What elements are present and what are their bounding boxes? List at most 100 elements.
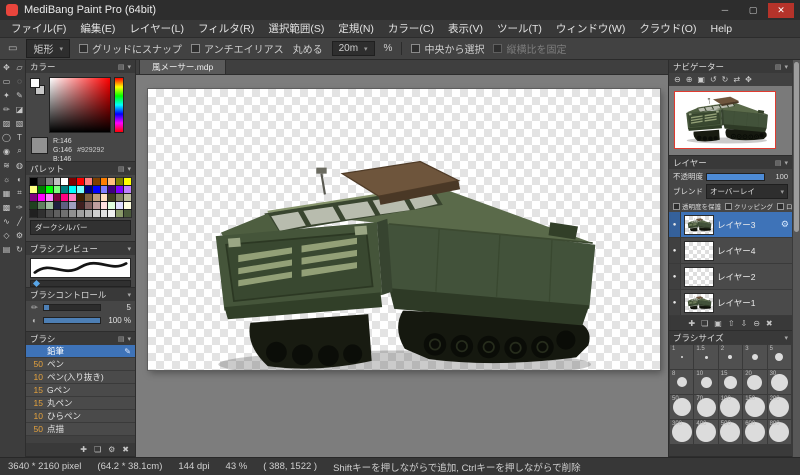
palette-swatch-15[interactable]	[44, 185, 54, 194]
palette-swatch-60[interactable]	[91, 209, 101, 218]
layer-settings-gear-icon[interactable]: ⚙	[781, 219, 789, 230]
palette-swatch-9[interactable]	[99, 177, 109, 186]
palette-swatch-36[interactable]	[107, 193, 117, 202]
palette-swatch-17[interactable]	[60, 185, 70, 194]
brush-size-10[interactable]: 10	[694, 370, 718, 394]
new-folder-icon[interactable]: ▣	[714, 319, 722, 328]
palette-swatch-16[interactable]	[52, 185, 62, 194]
palette-swatch-56[interactable]	[60, 209, 70, 218]
palette-swatch-41[interactable]	[44, 201, 54, 210]
palette-swatch-1[interactable]	[36, 177, 46, 186]
selection-shape-icon[interactable]: ▭	[8, 43, 17, 54]
document-tab[interactable]: 風メーサー.mdp	[139, 59, 227, 74]
brush-size-200[interactable]: 200	[767, 395, 791, 419]
palette-swatch-51[interactable]	[123, 201, 132, 210]
brush-opacity-slider[interactable]	[43, 317, 101, 324]
brush-size-400[interactable]: 400	[694, 420, 718, 444]
magic-wand-tool-icon[interactable]: ✦	[0, 88, 13, 102]
rotate-left-icon[interactable]: ↺	[710, 75, 717, 84]
palette-swatch-54[interactable]	[44, 209, 54, 218]
brush-size-150[interactable]: 150	[743, 395, 767, 419]
panel-collapse-icon[interactable]: ▾	[784, 159, 788, 167]
select-rect-tool-icon[interactable]: ▭	[0, 74, 13, 88]
pencil-tool-icon[interactable]: ✏	[0, 102, 13, 116]
move-layer-down-icon[interactable]: ⇩	[741, 319, 748, 328]
zoom-out-icon[interactable]: ⊖	[674, 75, 681, 84]
clipping-checkbox[interactable]: クリッピング	[725, 201, 773, 211]
dodge-tool-icon[interactable]: ☼	[0, 172, 13, 186]
duplicate-layer-icon[interactable]: ❏	[701, 319, 708, 328]
palette-swatch-59[interactable]	[83, 209, 93, 218]
layer-opacity-slider[interactable]	[706, 172, 765, 181]
menu-item-4[interactable]: 選択範囲(S)	[261, 21, 331, 36]
panel-menu-icon[interactable]: ▤	[775, 63, 782, 71]
menu-item-7[interactable]: 表示(V)	[441, 21, 490, 36]
brush-size-600[interactable]: 600	[743, 420, 767, 444]
panel-tool-icon[interactable]: ▤	[0, 242, 13, 256]
add-layer-icon[interactable]: ✚	[688, 319, 695, 328]
merge-layer-icon[interactable]: ⊖	[753, 319, 760, 328]
snap-grid-checkbox[interactable]: グリッドにスナップ	[78, 41, 182, 56]
palette-swatch-21[interactable]	[91, 185, 101, 194]
layer-visibility-dot[interactable]: ●	[669, 238, 681, 263]
menu-item-2[interactable]: レイヤー(L)	[122, 21, 191, 36]
center-select-checkbox[interactable]: 中央から選択	[411, 41, 484, 56]
palette-swatch-32[interactable]	[76, 193, 85, 202]
delete-layer-icon[interactable]: ✖	[766, 319, 773, 328]
canvas-workspace[interactable]	[136, 75, 668, 457]
panel-collapse-icon[interactable]: ▾	[127, 245, 131, 253]
brush-size-2[interactable]: 2	[718, 345, 743, 369]
palette-swatch-63[interactable]	[115, 209, 125, 218]
brush-size-slider[interactable]	[43, 304, 101, 311]
brush-size-3[interactable]: 3	[743, 345, 767, 369]
brush-size-15[interactable]: 15	[718, 370, 743, 394]
blend-mode-select[interactable]: オーバーレイ ▾	[706, 184, 788, 199]
brush-size-20[interactable]: 20	[743, 370, 767, 394]
palette-swatch-53[interactable]	[36, 209, 46, 218]
brush-size-1.5[interactable]: 1.5	[694, 345, 718, 369]
foreground-swatch[interactable]	[30, 78, 40, 88]
menu-item-8[interactable]: ツール(T)	[490, 21, 549, 36]
curve-tool-icon[interactable]: ∿	[0, 214, 13, 228]
brush-item-2[interactable]: 10 ペン(入り抜き)	[26, 371, 135, 384]
palette-swatch-49[interactable]	[107, 201, 117, 210]
layer-row-4[interactable]: ● レイヤー1	[669, 290, 792, 316]
layer-row-3[interactable]: ● レイヤー2	[669, 264, 792, 290]
palette-swatch-31[interactable]	[68, 193, 78, 202]
palette-swatch-50[interactable]	[115, 201, 125, 210]
palette-swatch-62[interactable]	[107, 209, 117, 218]
panel-collapse-icon[interactable]: ▾	[127, 165, 131, 173]
settings-tool-icon[interactable]: ⚙	[13, 228, 26, 242]
brush-item-0[interactable]: 鉛筆 ✎	[26, 345, 135, 358]
brush-size-500[interactable]: 500	[718, 420, 743, 444]
panel-menu-icon[interactable]: ▤	[118, 165, 125, 173]
palette-swatch-5[interactable]	[68, 177, 78, 186]
rotate-right-icon[interactable]: ↻	[722, 75, 729, 84]
panel-menu-icon[interactable]: ▤	[118, 335, 125, 343]
panel-menu-icon[interactable]: ▤	[775, 159, 782, 167]
duplicate-brush-icon[interactable]: ❏	[94, 445, 101, 454]
round-value-input[interactable]: 20m ▾	[331, 41, 375, 56]
palette-swatch-52[interactable]	[29, 209, 38, 218]
aspect-lock-checkbox[interactable]: 縦横比を固定	[493, 41, 566, 56]
palette-swatch-37[interactable]	[115, 193, 125, 202]
brush-size-1[interactable]: 1	[670, 345, 694, 369]
palette-swatch-2[interactable]	[44, 177, 54, 186]
saturation-value-picker[interactable]	[49, 77, 111, 133]
palette-swatch-64[interactable]	[123, 209, 132, 218]
palette-swatch-12[interactable]	[123, 177, 132, 186]
brush-size-50[interactable]: 50	[670, 395, 694, 419]
panel-collapse-icon[interactable]: ▾	[784, 63, 788, 71]
zoom-tool-icon[interactable]: ⌕	[13, 144, 26, 158]
protect-alpha-checkbox[interactable]: 透明度を保護	[673, 201, 721, 211]
palette-swatch-14[interactable]	[36, 185, 46, 194]
brush-item-3[interactable]: 15 Gペン	[26, 384, 135, 397]
brush-settings-icon[interactable]: ⚙	[108, 445, 115, 454]
layer-visibility-dot[interactable]: ●	[669, 212, 681, 237]
palette-swatch-29[interactable]	[52, 193, 62, 202]
canvas[interactable]	[148, 89, 660, 370]
menu-item-9[interactable]: ウィンドウ(W)	[549, 21, 632, 36]
navigator-view[interactable]	[669, 86, 792, 155]
burn-tool-icon[interactable]: ◐	[13, 172, 26, 186]
eyedropper-tool-icon[interactable]: ◉	[0, 144, 13, 158]
